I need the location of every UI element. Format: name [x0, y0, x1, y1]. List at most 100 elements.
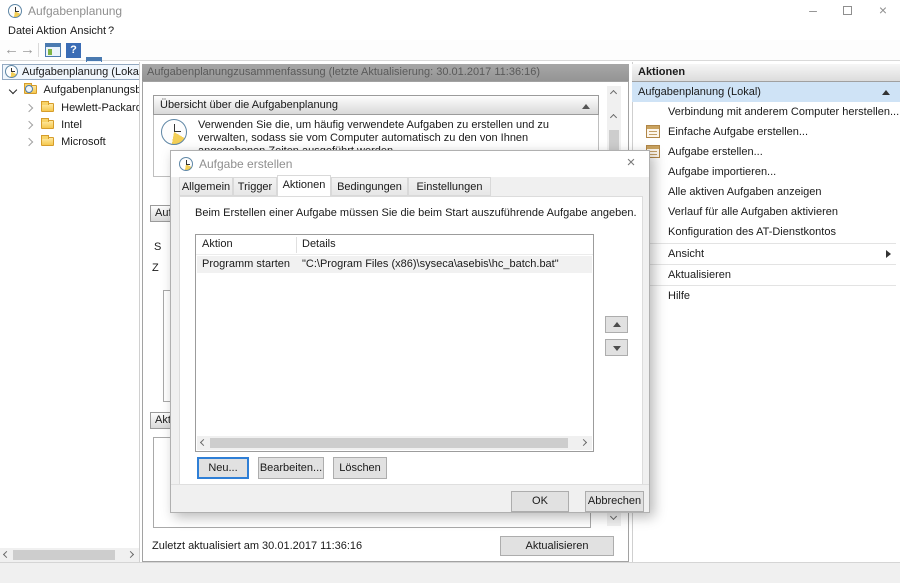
scroll-up-icon[interactable]	[610, 90, 617, 97]
move-down-button[interactable]	[605, 339, 628, 356]
scroll-left-icon[interactable]	[200, 439, 207, 446]
tree-item-root[interactable]: Aufgabenplanung (Lokal)	[2, 64, 140, 80]
back-icon[interactable]: ←	[4, 42, 19, 58]
toolbar: ← → ?	[0, 40, 900, 61]
refresh-button[interactable]: Aktualisieren	[500, 536, 614, 556]
action-show-running-tasks[interactable]: Alle aktiven Aufgaben anzeigen	[632, 182, 900, 202]
action-help[interactable]: Hilfe	[632, 286, 900, 306]
up-arrow-icon	[613, 322, 621, 327]
library-folder-icon	[24, 85, 37, 94]
tree-horizontal-scrollbar[interactable]	[0, 548, 139, 562]
tab-einstellungen[interactable]: Einstellungen	[408, 177, 491, 196]
overview-clock-icon	[161, 119, 187, 145]
console-tree-panel: Aufgabenplanung (Lokal) Aufgabenplanungs…	[0, 62, 140, 562]
actions-group-label: Aufgabenplanung (Lokal)	[638, 86, 761, 98]
tab-aktionen[interactable]: Aktionen	[277, 175, 331, 196]
cancel-button[interactable]: Abbrechen	[585, 491, 644, 512]
forward-icon[interactable]: →	[20, 42, 35, 58]
action-at-service-config[interactable]: Konfiguration des AT-Dienstkontos	[632, 222, 900, 242]
edit-button[interactable]: Bearbeiten...	[258, 457, 324, 479]
action-connect-other-computer[interactable]: Verbindung mit anderem Computer herstell…	[632, 102, 900, 122]
column-divider[interactable]	[296, 237, 297, 253]
tree-library-label: Aufgabenplanungsbibliot	[44, 84, 140, 96]
collapse-icon[interactable]	[582, 104, 590, 109]
actions-group-header[interactable]: Aufgabenplanung (Lokal)	[632, 82, 900, 102]
show-console-tree-icon[interactable]	[45, 43, 61, 57]
dialog-clock-icon	[179, 157, 193, 171]
table-header: Aktion Details	[196, 235, 593, 255]
action-import-task[interactable]: Aufgabe importieren...	[632, 162, 900, 182]
down-arrow-icon	[613, 346, 621, 351]
cell-aktion: Programm starten	[202, 258, 290, 270]
tree-item-library[interactable]: Aufgabenplanungsbibliot	[10, 82, 140, 98]
toolbar-separator	[38, 43, 39, 57]
menu-hilfe[interactable]: ?	[104, 24, 118, 40]
dialog-title: Aufgabe erstellen	[199, 157, 292, 171]
tree-folder-label: Intel	[61, 119, 82, 131]
submenu-arrow-icon	[886, 250, 891, 258]
clock-icon	[5, 65, 18, 78]
delete-button[interactable]: Löschen	[333, 457, 387, 479]
chevron-right-icon[interactable]	[25, 138, 33, 146]
actions-panel-title: Aktionen	[632, 64, 900, 82]
app-window: Aufgabenplanung – × Datei Aktion Ansicht…	[0, 0, 900, 583]
tab-description: Beim Erstellen einer Aufgabe müssen Sie …	[195, 207, 637, 219]
help-icon[interactable]: ?	[66, 43, 81, 58]
maximize-button[interactable]	[843, 6, 852, 15]
last-updated-text: Zuletzt aktualisiert am 30.01.2017 11:36…	[152, 540, 362, 552]
overview-section-header[interactable]: Übersicht über die Aufgabenplanung	[153, 95, 599, 115]
action-create-basic-task[interactable]: Einfache Aufgabe erstellen...	[632, 122, 900, 142]
scroll-right-icon[interactable]	[127, 551, 134, 558]
new-button[interactable]: Neu...	[197, 457, 249, 479]
column-aktion[interactable]: Aktion	[202, 238, 233, 250]
close-button[interactable]: ×	[868, 1, 898, 19]
tab-bedingungen[interactable]: Bedingungen	[331, 177, 408, 196]
folder-icon	[41, 103, 54, 112]
collapse-icon[interactable]	[882, 90, 890, 95]
dialog-title-bar: Aufgabe erstellen ×	[171, 151, 649, 177]
scroll-down-icon[interactable]	[610, 513, 617, 520]
chevron-right-icon[interactable]	[25, 104, 33, 112]
overview-title: Übersicht über die Aufgabenplanung	[160, 99, 338, 111]
cell-details: "C:\Program Files (x86)\syseca\asebis\hc…	[302, 258, 559, 270]
tree-folder-label: Hewlett-Packard	[61, 102, 140, 114]
folder-icon	[41, 137, 54, 146]
task-icon	[646, 125, 660, 138]
table-horizontal-scrollbar[interactable]	[197, 436, 592, 450]
dialog-close-icon[interactable]: ×	[619, 154, 643, 172]
actions-table[interactable]: Aktion Details Programm starten "C:\Prog…	[195, 234, 594, 452]
minimize-button[interactable]: –	[798, 1, 828, 19]
scrollbar-thumb[interactable]	[13, 550, 115, 560]
tree-item-microsoft[interactable]: Microsoft	[26, 134, 106, 150]
scrollbar-thumb[interactable]	[210, 438, 568, 448]
action-create-task[interactable]: Aufgabe erstellen...	[632, 142, 900, 162]
action-refresh[interactable]: Aktualisieren	[632, 265, 900, 285]
table-row[interactable]: Programm starten "C:\Program Files (x86)…	[197, 256, 592, 273]
tree-folder-label: Microsoft	[61, 136, 106, 148]
tree-item-intel[interactable]: Intel	[26, 117, 82, 133]
status-fragment-1: S	[154, 241, 161, 253]
scroll-left-icon[interactable]	[3, 551, 10, 558]
chevron-right-icon[interactable]	[25, 121, 33, 129]
move-up-button[interactable]	[605, 316, 628, 333]
status-fragment-2: Z	[152, 262, 159, 274]
scroll-right-icon[interactable]	[580, 439, 587, 446]
tree-item-hewlett-packard[interactable]: Hewlett-Packard	[26, 100, 140, 116]
folder-icon	[41, 120, 54, 129]
chevron-down-icon[interactable]	[9, 86, 17, 94]
window-footer	[0, 562, 900, 583]
action-view-menu[interactable]: Ansicht	[632, 244, 900, 264]
scroll-up-icon[interactable]	[610, 114, 617, 121]
tab-trigger[interactable]: Trigger	[233, 177, 277, 196]
tree-root-label: Aufgabenplanung (Lokal)	[22, 66, 140, 78]
menu-aktion[interactable]: Aktion	[32, 24, 71, 40]
tab-allgemein[interactable]: Allgemein	[179, 177, 233, 196]
action-enable-task-history[interactable]: Verlauf für alle Aufgaben aktivieren	[632, 202, 900, 222]
summary-header: Aufgabenplanungzusammenfassung (letzte A…	[142, 64, 629, 81]
dialog-footer: OK Abbrechen	[171, 484, 649, 512]
app-clock-icon	[8, 4, 22, 18]
aktionen-tab-page: Beim Erstellen einer Aufgabe müssen Sie …	[179, 196, 643, 486]
ok-button[interactable]: OK	[511, 491, 569, 512]
title-bar: Aufgabenplanung – ×	[0, 0, 900, 22]
column-details[interactable]: Details	[302, 238, 336, 250]
